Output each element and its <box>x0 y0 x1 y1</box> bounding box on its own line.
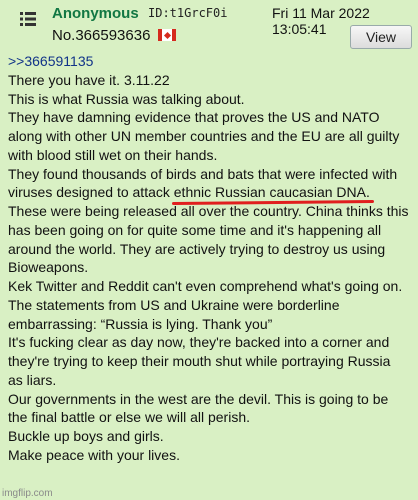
canada-flag-icon <box>158 29 176 41</box>
post-line: the final battle or else we will all per… <box>8 409 251 426</box>
post-line: embarrassing: “Russia is lying. Thank yo… <box>8 315 273 332</box>
post-number-link[interactable]: No.366593636 <box>52 27 150 44</box>
post-line: Bioweapons. <box>8 259 89 276</box>
post-line: Make peace with your lives. <box>8 446 180 463</box>
post-header: Anonymous ID:t1GrcF0i Fri 11 Mar 2022 13… <box>0 0 418 50</box>
quote-link[interactable]: >>366591135 <box>8 52 414 71</box>
post-line: Buckle up boys and girls. <box>8 428 164 444</box>
underlined-phrase: ethnic Russian caucasian DNA. <box>173 184 370 201</box>
post-line: as liars. <box>8 371 57 388</box>
post-line: There you have it. 3.11.22 <box>8 71 170 88</box>
imgflip-watermark: imgflip.com <box>2 488 53 499</box>
post-line: along with other UN member countries and… <box>8 128 400 144</box>
post-line: with blood still wet on their hands. <box>8 146 218 163</box>
post-line: They found thousands of birds and bats t… <box>8 165 398 182</box>
poster-id[interactable]: ID:t1GrcF0i <box>148 6 227 20</box>
view-button[interactable]: View <box>350 25 412 49</box>
post-line: They have damning evidence that proves t… <box>8 109 380 126</box>
post-line: The statements from US and Ukraine were … <box>8 296 340 313</box>
post-menu-icon[interactable] <box>10 4 46 34</box>
poster-name: Anonymous <box>52 5 139 22</box>
post-line: This is what Russia was talking about. <box>8 90 245 107</box>
post-line-segment: viruses designed to attack <box>8 184 174 201</box>
post-line: Kek Twitter and Reddit can't even compre… <box>8 278 403 294</box>
post-line: It's fucking clear as day now, they're b… <box>8 334 390 351</box>
post-line: Our governments in the west are the devi… <box>8 390 389 407</box>
post-line: These were being released all over the c… <box>8 203 409 219</box>
post-line: has been going on for quite some time an… <box>8 221 382 238</box>
post-body: >>366591135 There you have it. 3.11.22 T… <box>8 52 414 465</box>
post-line: they're trying to keep their mouth shut … <box>8 353 391 369</box>
post-line: around the world. They are actively tryi… <box>8 240 386 257</box>
post-line-with-highlight: viruses designed to attack ethnic Russia… <box>8 183 414 202</box>
